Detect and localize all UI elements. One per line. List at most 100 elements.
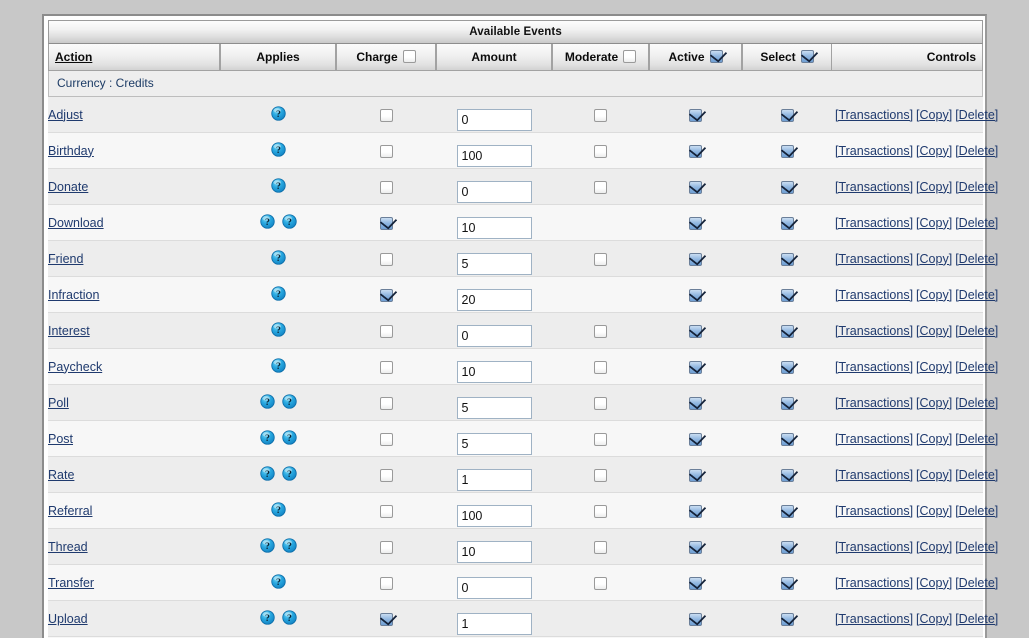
copy-link[interactable]: [Copy] bbox=[916, 216, 952, 230]
select-checkbox[interactable] bbox=[780, 468, 794, 482]
help-question-bubble-icon[interactable]: ? bbox=[281, 213, 297, 229]
copy-link[interactable]: [Copy] bbox=[916, 252, 952, 266]
charge-checkbox[interactable] bbox=[379, 576, 393, 590]
transactions-link[interactable]: [Transactions] bbox=[835, 504, 913, 518]
copy-link[interactable]: [Copy] bbox=[916, 540, 952, 554]
active-checkbox[interactable] bbox=[689, 540, 702, 554]
charge-checkbox[interactable] bbox=[379, 360, 393, 374]
transactions-link[interactable]: [Transactions] bbox=[835, 396, 913, 410]
moderate-checkbox[interactable] bbox=[594, 540, 607, 554]
copy-link[interactable]: [Copy] bbox=[916, 612, 952, 626]
amount-input[interactable] bbox=[456, 288, 532, 311]
moderate-checkbox[interactable] bbox=[594, 252, 607, 266]
help-question-bubble-icon[interactable]: ? bbox=[281, 429, 297, 445]
select-checkbox[interactable] bbox=[780, 252, 794, 266]
copy-link[interactable]: [Copy] bbox=[916, 468, 952, 482]
amount-input[interactable] bbox=[456, 576, 532, 599]
event-link-infraction[interactable]: Infraction bbox=[48, 288, 99, 302]
delete-link[interactable]: [Delete] bbox=[955, 612, 998, 626]
event-link-donate[interactable]: Donate bbox=[48, 180, 88, 194]
charge-checkbox[interactable] bbox=[379, 396, 393, 410]
help-question-bubble-icon[interactable]: ? bbox=[259, 213, 275, 229]
transactions-link[interactable]: [Transactions] bbox=[835, 288, 913, 302]
moderate-checkbox[interactable] bbox=[594, 324, 607, 338]
select-checkbox[interactable] bbox=[780, 504, 794, 518]
moderate-checkbox[interactable] bbox=[594, 504, 607, 518]
help-question-bubble-icon[interactable]: ? bbox=[270, 501, 286, 517]
event-link-upload[interactable]: Upload bbox=[48, 612, 88, 626]
charge-checkbox[interactable] bbox=[379, 432, 393, 446]
active-checkbox[interactable] bbox=[689, 108, 702, 122]
help-question-bubble-icon[interactable]: ? bbox=[270, 141, 286, 157]
charge-checkbox[interactable] bbox=[379, 216, 393, 230]
event-link-download[interactable]: Download bbox=[48, 216, 104, 230]
transactions-link[interactable]: [Transactions] bbox=[835, 180, 913, 194]
amount-input[interactable] bbox=[456, 216, 532, 239]
select-checkbox[interactable] bbox=[780, 288, 794, 302]
active-checkbox[interactable] bbox=[689, 360, 702, 374]
select-checkbox[interactable] bbox=[780, 324, 794, 338]
moderate-checkbox[interactable] bbox=[594, 396, 607, 410]
transactions-link[interactable]: [Transactions] bbox=[835, 540, 913, 554]
event-link-friend[interactable]: Friend bbox=[48, 252, 83, 266]
transactions-link[interactable]: [Transactions] bbox=[835, 216, 913, 230]
help-question-bubble-icon[interactable]: ? bbox=[270, 105, 286, 121]
active-checkbox[interactable] bbox=[689, 324, 702, 338]
event-link-birthday[interactable]: Birthday bbox=[48, 144, 94, 158]
amount-input[interactable] bbox=[456, 504, 532, 527]
transactions-link[interactable]: [Transactions] bbox=[835, 360, 913, 374]
select-checkbox[interactable] bbox=[780, 180, 794, 194]
help-question-bubble-icon[interactable]: ? bbox=[270, 177, 286, 193]
moderate-checkbox[interactable] bbox=[594, 108, 607, 122]
moderate-header-checkbox[interactable] bbox=[623, 50, 637, 63]
copy-link[interactable]: [Copy] bbox=[916, 432, 952, 446]
event-link-post[interactable]: Post bbox=[48, 432, 73, 446]
moderate-checkbox[interactable] bbox=[594, 144, 607, 158]
help-question-bubble-icon[interactable]: ? bbox=[270, 321, 286, 337]
help-question-bubble-icon[interactable]: ? bbox=[270, 285, 286, 301]
delete-link[interactable]: [Delete] bbox=[955, 540, 998, 554]
amount-input[interactable] bbox=[456, 108, 532, 131]
active-checkbox[interactable] bbox=[689, 180, 702, 194]
delete-link[interactable]: [Delete] bbox=[955, 576, 998, 590]
help-question-bubble-icon[interactable]: ? bbox=[259, 393, 275, 409]
charge-checkbox[interactable] bbox=[379, 288, 393, 302]
delete-link[interactable]: [Delete] bbox=[955, 144, 998, 158]
delete-link[interactable]: [Delete] bbox=[955, 216, 998, 230]
copy-link[interactable]: [Copy] bbox=[916, 324, 952, 338]
copy-link[interactable]: [Copy] bbox=[916, 360, 952, 374]
amount-input[interactable] bbox=[456, 144, 532, 167]
select-checkbox[interactable] bbox=[780, 216, 794, 230]
select-checkbox[interactable] bbox=[780, 360, 794, 374]
active-checkbox[interactable] bbox=[689, 396, 702, 410]
select-checkbox[interactable] bbox=[780, 576, 794, 590]
moderate-checkbox[interactable] bbox=[594, 432, 607, 446]
select-checkbox[interactable] bbox=[780, 396, 794, 410]
copy-link[interactable]: [Copy] bbox=[916, 396, 952, 410]
charge-checkbox[interactable] bbox=[379, 504, 393, 518]
charge-checkbox[interactable] bbox=[379, 144, 393, 158]
help-question-bubble-icon[interactable]: ? bbox=[281, 465, 297, 481]
help-question-bubble-icon[interactable]: ? bbox=[270, 573, 286, 589]
charge-checkbox[interactable] bbox=[379, 468, 393, 482]
active-checkbox[interactable] bbox=[689, 432, 702, 446]
help-question-bubble-icon[interactable]: ? bbox=[259, 429, 275, 445]
transactions-link[interactable]: [Transactions] bbox=[835, 432, 913, 446]
charge-checkbox[interactable] bbox=[379, 540, 393, 554]
transactions-link[interactable]: [Transactions] bbox=[835, 576, 913, 590]
amount-input[interactable] bbox=[456, 324, 532, 347]
transactions-link[interactable]: [Transactions] bbox=[835, 324, 913, 338]
moderate-checkbox[interactable] bbox=[594, 468, 607, 482]
delete-link[interactable]: [Delete] bbox=[955, 288, 998, 302]
active-checkbox[interactable] bbox=[689, 468, 702, 482]
help-question-bubble-icon[interactable]: ? bbox=[281, 393, 297, 409]
help-question-bubble-icon[interactable]: ? bbox=[259, 537, 275, 553]
help-question-bubble-icon[interactable]: ? bbox=[281, 609, 297, 625]
delete-link[interactable]: [Delete] bbox=[955, 180, 998, 194]
column-header-action[interactable]: Action bbox=[48, 44, 220, 71]
amount-input[interactable] bbox=[456, 252, 532, 275]
amount-input[interactable] bbox=[456, 612, 532, 635]
delete-link[interactable]: [Delete] bbox=[955, 252, 998, 266]
delete-link[interactable]: [Delete] bbox=[955, 432, 998, 446]
select-checkbox[interactable] bbox=[780, 432, 794, 446]
